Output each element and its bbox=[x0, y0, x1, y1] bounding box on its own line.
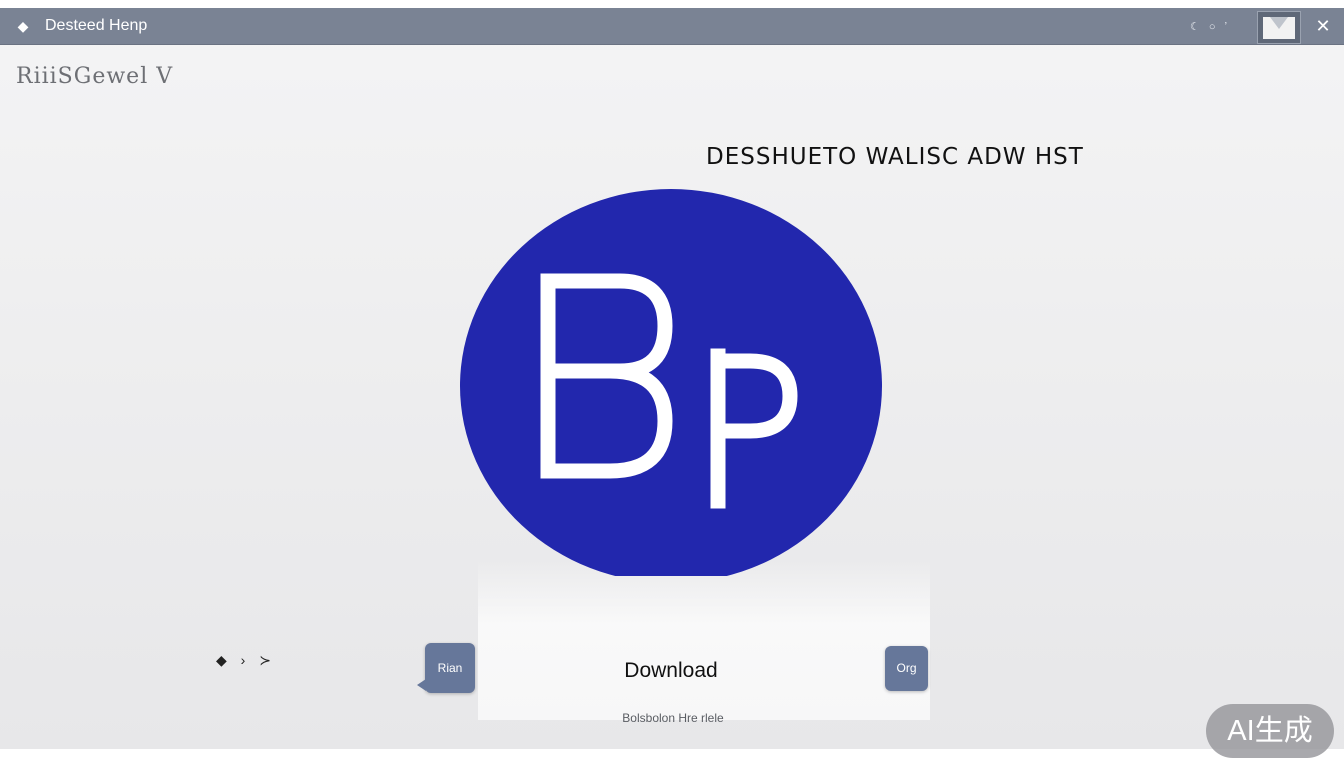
close-icon[interactable]: ✕ bbox=[1312, 15, 1334, 37]
download-button[interactable]: Download bbox=[596, 656, 746, 686]
screen-mode-icon-notch bbox=[1270, 17, 1288, 29]
left-chat-button[interactable]: Rian bbox=[417, 643, 475, 693]
window-title: Desteed Henp bbox=[45, 17, 148, 34]
brand-logo-text: RiiiSGewel V bbox=[16, 64, 174, 89]
right-button[interactable]: Org bbox=[885, 646, 928, 691]
footer-note: Bolsbolon Hre rlele bbox=[622, 711, 724, 725]
app-window: ◆ Desteed Henp ☾ ○ ʼ ✕ RiiiSGewel V DESS… bbox=[0, 8, 1344, 749]
logo-circle bbox=[460, 189, 882, 576]
ai-generated-watermark: AI生成 bbox=[1206, 704, 1334, 758]
nav-arrows[interactable]: ◆ › ≻ bbox=[216, 652, 276, 669]
chat-bubble-tail bbox=[417, 679, 426, 691]
bp-logo bbox=[460, 189, 882, 576]
page-headline: DESSHUETO WALISC ADW HST bbox=[706, 144, 1084, 170]
status-icons: ☾ ○ ʼ bbox=[1190, 21, 1231, 33]
download-panel bbox=[478, 560, 930, 720]
left-chat-button-label: Rian bbox=[437, 661, 463, 675]
back-chevron-icon[interactable]: ◆ bbox=[14, 17, 32, 35]
title-bar: ◆ Desteed Henp ☾ ○ ʼ ✕ bbox=[0, 8, 1344, 45]
screen-mode-icon[interactable] bbox=[1257, 11, 1301, 44]
